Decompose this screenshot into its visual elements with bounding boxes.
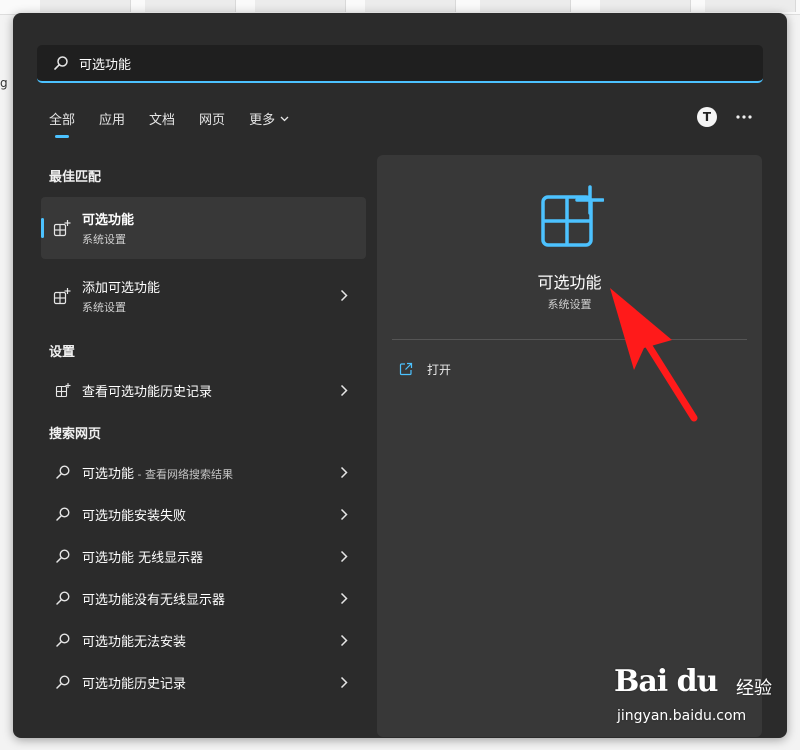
search-icon (56, 507, 70, 521)
settings-item-history[interactable]: 查看可选功能历史记录 (41, 371, 366, 409)
chevron-right-icon[interactable] (340, 592, 348, 605)
open-action[interactable]: 打开 (399, 355, 451, 383)
search-icon (54, 56, 68, 70)
search-input[interactable] (79, 55, 763, 71)
chevron-down-icon (280, 116, 289, 121)
app-item-subtitle: 系统设置 (82, 301, 126, 314)
best-match-item[interactable]: 可选功能 系统设置 (41, 197, 366, 259)
chevron-right-icon[interactable] (340, 384, 348, 397)
settings-item-label: 查看可选功能历史记录 (82, 385, 213, 400)
search-icon (56, 633, 70, 647)
chevron-right-icon[interactable] (340, 676, 348, 689)
open-label: 打开 (427, 362, 452, 377)
section-settings: 设置 (49, 345, 76, 360)
detail-subtitle: 系统设置 (547, 298, 592, 311)
chevron-right-icon[interactable] (340, 466, 348, 479)
web-item[interactable]: 可选功能 - 查看网络搜索结果 (41, 453, 366, 491)
more-options-icon[interactable] (735, 111, 753, 123)
avatar[interactable]: T (697, 107, 717, 127)
web-item[interactable]: 可选功能 无线显示器 (41, 537, 366, 575)
search-icon (56, 675, 70, 689)
search-icon (56, 465, 70, 479)
detail-title: 可选功能 (537, 273, 602, 292)
web-item[interactable]: 可选功能没有无线显示器 (41, 579, 366, 617)
chevron-right-icon[interactable] (340, 508, 348, 521)
tab-web[interactable]: 网页 (199, 109, 225, 128)
tab-all[interactable]: 全部 (49, 109, 75, 138)
chevron-right-icon[interactable] (340, 550, 348, 563)
section-best-match: 最佳匹配 (49, 170, 102, 185)
open-external-icon (399, 362, 413, 376)
filter-tabs: 全部 应用 文档 网页 更多 (49, 109, 313, 138)
search-icon (56, 591, 70, 605)
app-item-add-optional-features[interactable]: 添加可选功能 系统设置 (41, 265, 366, 327)
detail-pane: 可选功能 系统设置 打开 (377, 155, 762, 737)
web-item-label: 可选功能历史记录 (82, 677, 187, 692)
web-item-label: 可选功能没有无线显示器 (82, 593, 226, 608)
chevron-right-icon[interactable] (340, 289, 348, 302)
app-item-title: 添加可选功能 (82, 281, 161, 296)
search-panel: 全部 应用 文档 网页 更多 T 最佳匹配 可选功能 系统设置 (13, 13, 787, 738)
web-item-label: 可选功能 - 查看网络搜索结果 (82, 467, 233, 482)
web-item-label: 可选功能安装失败 (82, 509, 187, 524)
web-item[interactable]: 可选功能安装失败 (41, 495, 366, 533)
tab-apps[interactable]: 应用 (99, 109, 125, 128)
best-match-subtitle: 系统设置 (82, 233, 126, 246)
optional-features-icon (541, 185, 604, 247)
search-icon (56, 549, 70, 563)
web-item[interactable]: 可选功能无法安装 (41, 621, 366, 659)
watermark-text: 经验 (736, 678, 772, 699)
search-box[interactable] (37, 45, 763, 83)
section-web: 搜索网页 (49, 427, 102, 442)
tab-documents[interactable]: 文档 (149, 109, 175, 128)
watermark-url: jingyan.baidu.com (617, 708, 747, 724)
best-match-title: 可选功能 (82, 213, 135, 228)
add-optional-features-icon (53, 288, 71, 305)
web-item-label: 可选功能 无线显示器 (82, 551, 204, 566)
web-item[interactable]: 可选功能历史记录 (41, 663, 366, 701)
optional-features-icon (55, 383, 71, 398)
chevron-right-icon[interactable] (340, 634, 348, 647)
baidu-logo: Bai du (614, 664, 718, 699)
divider (392, 339, 747, 340)
tab-more[interactable]: 更多 (249, 109, 289, 128)
baidu-watermark: Bai du 经验 jingyan.baidu.com (612, 660, 800, 750)
optional-features-icon (53, 220, 71, 237)
web-item-label: 可选功能无法安装 (82, 635, 187, 650)
background-text: g (0, 76, 8, 90)
